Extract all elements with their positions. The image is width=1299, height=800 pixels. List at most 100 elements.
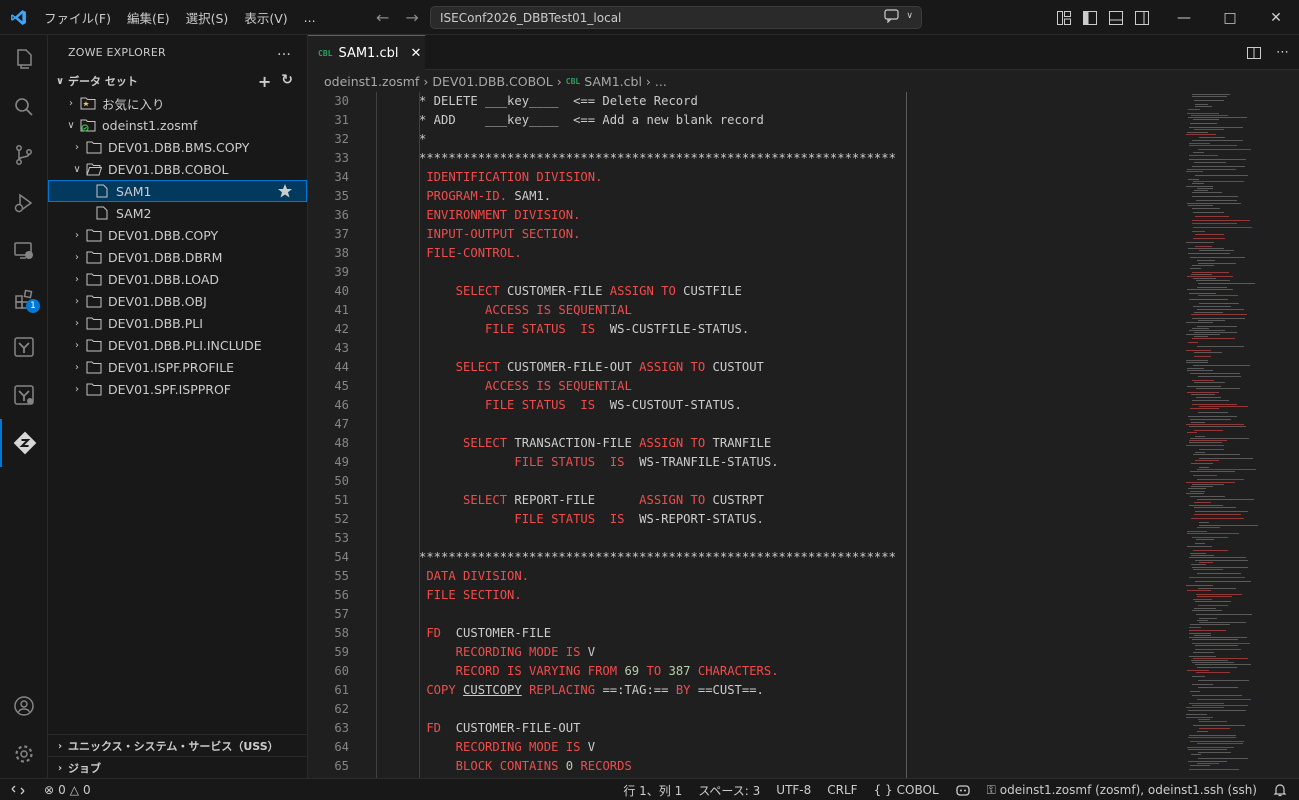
code-line[interactable]: 51 SELECT REPORT-FILE ASSIGN TO CUSTRPT [308,491,1178,510]
uss-section-header[interactable]: › ユニックス・システム・サービス（USS） [48,734,307,757]
toggle-secondary-sidebar-icon[interactable] [1134,10,1150,26]
language-mode[interactable]: { } COBOL [866,779,947,800]
refresh-icon[interactable]: ↻ [281,72,293,91]
close-window-button[interactable]: ✕ [1253,0,1299,35]
code-line[interactable]: 42 FILE STATUS IS WS-CUSTFILE-STATUS. [308,320,1178,339]
menu-more[interactable]: ... [296,0,324,35]
menu-view[interactable]: 表示(V) [236,0,295,35]
close-tab-icon[interactable]: ✕ [410,46,421,61]
editor-scrollbar[interactable] [1285,92,1299,778]
notifications-bell-icon[interactable] [1265,779,1299,800]
menu-edit[interactable]: 編集(E) [119,0,178,35]
code-line[interactable]: 40 SELECT CUSTOMER-FILE ASSIGN TO CUSTFI… [308,282,1178,301]
tab-sam1-cbl[interactable]: CBL SAM1.cbl ✕ [308,35,425,70]
code-line[interactable]: 56 FILE SECTION. [308,586,1178,605]
jobs-section-header[interactable]: › ジョブ [48,756,307,779]
maximize-button[interactable]: □ [1207,0,1253,35]
breadcrumb-file[interactable]: SAM1.cbl [584,74,642,89]
zowe-explorer-icon[interactable] [0,419,48,467]
accounts-icon[interactable] [0,682,48,730]
code-line[interactable]: 39 [308,263,1178,282]
code-line[interactable]: 34 IDENTIFICATION DIVISION. [308,168,1178,187]
favorites-node[interactable]: › お気に入り [48,92,307,114]
endevor-icon[interactable] [0,371,48,419]
back-arrow-icon[interactable]: ← [376,8,389,27]
code-line[interactable]: 65 BLOCK CONTAINS 0 RECORDS [308,757,1178,776]
code-line[interactable]: 53 [308,529,1178,548]
member-node-selected[interactable]: SAM1 [48,180,307,202]
search-icon[interactable] [0,83,48,131]
source-control-icon[interactable] [0,131,48,179]
code-line[interactable]: 49 FILE STATUS IS WS-TRANFILE-STATUS. [308,453,1178,472]
explorer-files-icon[interactable] [0,35,48,83]
dataset-node[interactable]: ∨ DEV01.DBB.COBOL [48,158,307,180]
dataset-node[interactable]: › DEV01.DBB.OBJ [48,290,307,312]
command-center-search[interactable]: ISEConf2026_DBBTest01_local ∨ [430,6,922,29]
code-line[interactable]: 38 FILE-CONTROL. [308,244,1178,263]
toggle-panel-icon[interactable] [1108,10,1124,26]
split-editor-icon[interactable] [1246,45,1262,61]
problems-indicator[interactable]: ⊗ 0 △ 0 [36,779,99,800]
chevron-down-icon[interactable]: ∨ [906,11,913,21]
dataset-node[interactable]: › DEV01.DBB.BMS.COPY [48,136,307,158]
remote-indicator-icon[interactable] [0,779,36,800]
run-debug-icon[interactable] [0,179,48,227]
code-line[interactable]: 30 * DELETE ___key____ <== Delete Record [308,92,1178,111]
code-line[interactable]: 62 [308,700,1178,719]
copilot-chat-icon[interactable] [884,9,900,23]
menu-file[interactable]: ファイル(F) [36,0,119,35]
copilot-status-icon[interactable] [947,779,979,800]
code-line[interactable]: 52 FILE STATUS IS WS-REPORT-STATUS. [308,510,1178,529]
code-line[interactable]: 64 RECORDING MODE IS V [308,738,1178,757]
more-actions-icon[interactable]: ⋯ [1276,45,1289,60]
code-line[interactable]: 60 RECORD IS VARYING FROM 69 TO 387 CHAR… [308,662,1178,681]
code-line[interactable]: 43 [308,339,1178,358]
breadcrumb-dataset[interactable]: DEV01.DBB.COBOL [432,74,552,89]
code-line[interactable]: 46 FILE STATUS IS WS-CUSTOUT-STATUS. [308,396,1178,415]
dataset-node[interactable]: › DEV01.DBB.PLI [48,312,307,334]
dataset-node[interactable]: › DEV01.DBB.COPY [48,224,307,246]
code-line[interactable]: 58 FD CUSTOMER-FILE [308,624,1178,643]
code-line[interactable]: 48 SELECT TRANSACTION-FILE ASSIGN TO TRA… [308,434,1178,453]
code-line[interactable]: 44 SELECT CUSTOMER-FILE-OUT ASSIGN TO CU… [308,358,1178,377]
datasets-section-header[interactable]: ∨ データ セット + ↻ [48,70,307,92]
settings-gear-icon[interactable] [0,730,48,778]
code-line[interactable]: 45 ACCESS IS SEQUENTIAL [308,377,1178,396]
code-line[interactable]: 57 [308,605,1178,624]
breadcrumb-profile[interactable]: odeinst1.zosmf [324,74,419,89]
code-line[interactable]: 47 [308,415,1178,434]
code-line[interactable]: 41 ACCESS IS SEQUENTIAL [308,301,1178,320]
dataset-node[interactable]: › DEV01.DBB.LOAD [48,268,307,290]
test-beaker-icon[interactable] [0,323,48,371]
toggle-primary-sidebar-icon[interactable] [1082,10,1098,26]
remote-explorer-icon[interactable] [0,227,48,275]
code-line[interactable]: 33 **************************************… [308,149,1178,168]
code-line[interactable]: 59 RECORDING MODE IS V [308,643,1178,662]
customize-layout-icon[interactable] [1056,10,1072,26]
dataset-node[interactable]: › DEV01.SPF.ISPPROF [48,378,307,400]
add-favorite-star-icon[interactable] [277,183,293,202]
code-line[interactable]: 54 **************************************… [308,548,1178,567]
dataset-node[interactable]: › DEV01.ISPF.PROFILE [48,356,307,378]
code-line[interactable]: 36 ENVIRONMENT DIVISION. [308,206,1178,225]
forward-arrow-icon[interactable]: → [405,8,418,27]
profile-node[interactable]: ∨ odeinst1.zosmf [48,114,307,136]
dataset-node[interactable]: › DEV01.DBB.PLI.INCLUDE [48,334,307,356]
menu-selection[interactable]: 選択(S) [178,0,237,35]
cursor-position[interactable]: 行 1、列 1 [615,779,690,800]
member-node[interactable]: SAM2 [48,202,307,224]
extensions-icon[interactable]: 1 [0,275,48,323]
minimize-button[interactable]: — [1161,0,1207,35]
add-profile-icon[interactable]: + [258,72,271,91]
code-line[interactable]: 31 * ADD ___key____ <== Add a new blank r… [308,111,1178,130]
end-of-line[interactable]: CRLF [819,779,865,800]
code-line[interactable]: 55 DATA DIVISION. [308,567,1178,586]
code-line[interactable]: 32 * [308,130,1178,149]
code-line[interactable]: 63 FD CUSTOMER-FILE-OUT [308,719,1178,738]
code-line[interactable]: 50 [308,472,1178,491]
code-line[interactable]: 37 INPUT-OUTPUT SECTION. [308,225,1178,244]
breadcrumb-symbols[interactable]: ... [655,74,667,89]
zowe-connection-status[interactable]: ⚿ odeinst1.zosmf (zosmf), odeinst1.ssh (… [979,779,1265,800]
indentation[interactable]: スペース: 3 [690,779,768,800]
minimap[interactable] [1178,92,1299,778]
